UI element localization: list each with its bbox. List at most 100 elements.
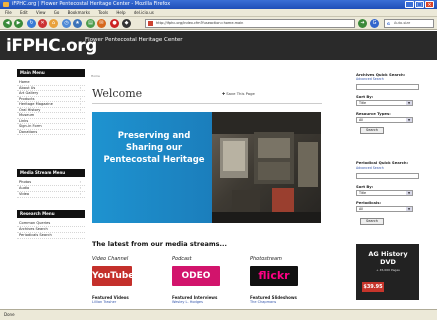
odeo-logo[interactable]: ODEO	[172, 266, 220, 286]
sidebar-item-label: Archives Search	[19, 227, 48, 231]
periodical-search-input[interactable]	[356, 173, 419, 179]
menu-go[interactable]: Go	[54, 10, 60, 15]
navigation-toolbar: ◀ ▶ ↻ ✕ ⌂ ◷ ★ ▤ ✉ ● ◆ http://ifphc.org/i…	[0, 17, 437, 30]
mail-icon[interactable]: ✉	[97, 19, 106, 28]
sidebar-item-photos[interactable]: Photos ›	[17, 180, 85, 186]
print-icon[interactable]: ▤	[86, 19, 95, 28]
archives-sort-value: Title	[359, 101, 367, 105]
archives-search-input[interactable]	[356, 84, 419, 90]
sidebar-item-label: Links	[19, 118, 29, 123]
sidebar-item-common-queries[interactable]: Common Queries	[17, 221, 85, 227]
sidebar-item-label: Donations	[19, 129, 38, 134]
featured-slideshow-link[interactable]: The Chapmans	[250, 300, 276, 304]
menu-bookmarks[interactable]: Bookmarks	[68, 10, 90, 15]
ag-history-dvd-ad[interactable]: AG History DVD + 45,000 Pages $39.95	[356, 244, 419, 300]
sidebar-item-label: Home	[19, 80, 30, 84]
media-menu-heading: Media Stream Menu	[17, 169, 85, 177]
menu-file[interactable]: File	[5, 10, 12, 15]
window-titlebar: iFPHC.org | Flower Pentecostal Heritage …	[0, 0, 437, 9]
chevron-down-icon: ▼	[406, 207, 412, 211]
search-input[interactable]: G Auto-size	[384, 19, 434, 28]
home-icon[interactable]: ⌂	[49, 19, 58, 28]
status-bar: Done	[0, 309, 437, 320]
maximize-icon[interactable]: □	[415, 1, 424, 8]
featured-interview-link[interactable]: Wesley L. Hodges	[172, 300, 203, 304]
url-text: http://ifphc.org/index.cfm?fuseaction=ho…	[156, 21, 244, 25]
site-logo[interactable]: iFPHC.org	[6, 36, 97, 56]
tag-icon[interactable]: ◆	[122, 19, 131, 28]
stop-icon[interactable]: ✕	[38, 19, 47, 28]
chevron-right-icon: ›	[79, 180, 81, 184]
archives-advanced-search-link[interactable]: Advanced Search	[356, 77, 384, 81]
archives-sort-select[interactable]: Title ▼	[356, 100, 413, 106]
menu-delicious[interactable]: del.icio.us	[134, 10, 154, 15]
sidebar-item-label: Oral History	[19, 107, 41, 112]
sidebar-item-label: About Us	[19, 85, 36, 90]
youtube-logo[interactable]: YouTube	[92, 266, 134, 286]
periodicals-value: All	[359, 207, 364, 211]
chevron-down-icon: ▼	[406, 191, 412, 195]
periodical-sort-select[interactable]: Title ▼	[356, 190, 413, 196]
sidebar-item-label: Periodicals Search	[19, 233, 52, 237]
periodicals-label: Periodicals:	[356, 200, 382, 205]
sidebar-item-label: Museum	[19, 113, 35, 117]
history-icon[interactable]: ◷	[62, 19, 71, 28]
periodicals-select[interactable]: All ▼	[356, 206, 413, 212]
search-placeholder: Auto-size	[394, 21, 411, 25]
sidebar-item-periodicals-search[interactable]: Periodicals Search	[17, 233, 85, 239]
menu-view[interactable]: View	[36, 10, 46, 15]
chevron-right-icon: ›	[79, 186, 81, 190]
hero-text: Preserving and Sharing our Pentecostal H…	[103, 131, 205, 165]
chevron-right-icon: ›	[79, 192, 81, 196]
resource-types-select[interactable]: All ▼	[356, 117, 413, 123]
bookmark-icon: ✚	[222, 91, 226, 96]
site-favicon	[148, 21, 153, 26]
archives-sort-label: Sort By:	[356, 94, 374, 99]
sidebar-item-archives-search[interactable]: Archives Search	[17, 227, 85, 233]
ad-price: $39.95	[362, 282, 384, 292]
museum-photo	[212, 112, 321, 223]
ad-subtitle: + 45,000 Pages	[376, 268, 400, 272]
menu-help[interactable]: Help	[116, 10, 125, 15]
delicious-icon[interactable]: ●	[110, 19, 119, 28]
back-icon[interactable]: ◀	[3, 19, 12, 28]
menu-bar: File Edit View Go Bookmarks Tools Help d…	[0, 9, 437, 17]
firefox-icon	[3, 2, 9, 7]
research-menu-heading: Research Menu	[17, 210, 85, 218]
sidebar-item-audio[interactable]: Audio ›	[17, 186, 85, 192]
reload-icon[interactable]: ↻	[27, 19, 36, 28]
periodical-advanced-search-link[interactable]: Advanced Search	[356, 166, 384, 170]
forward-icon[interactable]: ▶	[14, 19, 23, 28]
sidebar-item-label: Art Gallery	[19, 91, 39, 95]
sidebar-item-label: Audio	[19, 186, 30, 190]
podcast-heading: Podcast	[172, 256, 192, 262]
minimize-icon[interactable]: _	[405, 1, 414, 8]
menu-tools[interactable]: Tools	[98, 10, 108, 15]
sidebar-item-video[interactable]: Video ›	[17, 192, 85, 198]
bookmarks-icon[interactable]: ★	[73, 19, 82, 28]
periodical-sort-value: Title	[359, 191, 367, 195]
featured-video-link[interactable]: Lillian Trasher	[92, 300, 116, 304]
search-engine-icon[interactable]: G	[370, 19, 379, 28]
ad-title: AG History DVD	[368, 250, 408, 266]
periodical-search-title: Periodical Quick Search:	[356, 160, 409, 165]
close-icon[interactable]: ×	[425, 1, 434, 8]
page-title: Welcome	[92, 87, 143, 100]
archives-search-button[interactable]: Search	[360, 127, 384, 134]
periodical-search-button[interactable]: Search	[360, 218, 384, 225]
sidebar-item-label: Common Queries	[19, 221, 51, 225]
resource-types-label: Resource Types:	[356, 111, 391, 116]
go-icon[interactable]: ➜	[358, 19, 367, 28]
url-input[interactable]: http://ifphc.org/index.cfm?fuseaction=ho…	[145, 19, 355, 28]
sidebar-item-label: Photos	[19, 180, 32, 184]
sidebar-item-label: Sign-in Form	[19, 124, 42, 128]
chevron-down-icon: ▼	[406, 118, 412, 122]
status-text: Done	[4, 312, 15, 317]
save-page-link[interactable]: ✚Save This Page	[222, 91, 255, 96]
breadcrumb[interactable]: Home	[91, 74, 100, 78]
window-title: iFPHC.org | Flower Pentecostal Heritage …	[12, 1, 171, 7]
media-streams-heading: The latest from our media streams...	[92, 240, 227, 248]
flickr-logo[interactable]: flickr	[250, 266, 298, 286]
menu-edit[interactable]: Edit	[20, 10, 28, 15]
sidebar-item-donations[interactable]: Donations	[17, 129, 85, 135]
